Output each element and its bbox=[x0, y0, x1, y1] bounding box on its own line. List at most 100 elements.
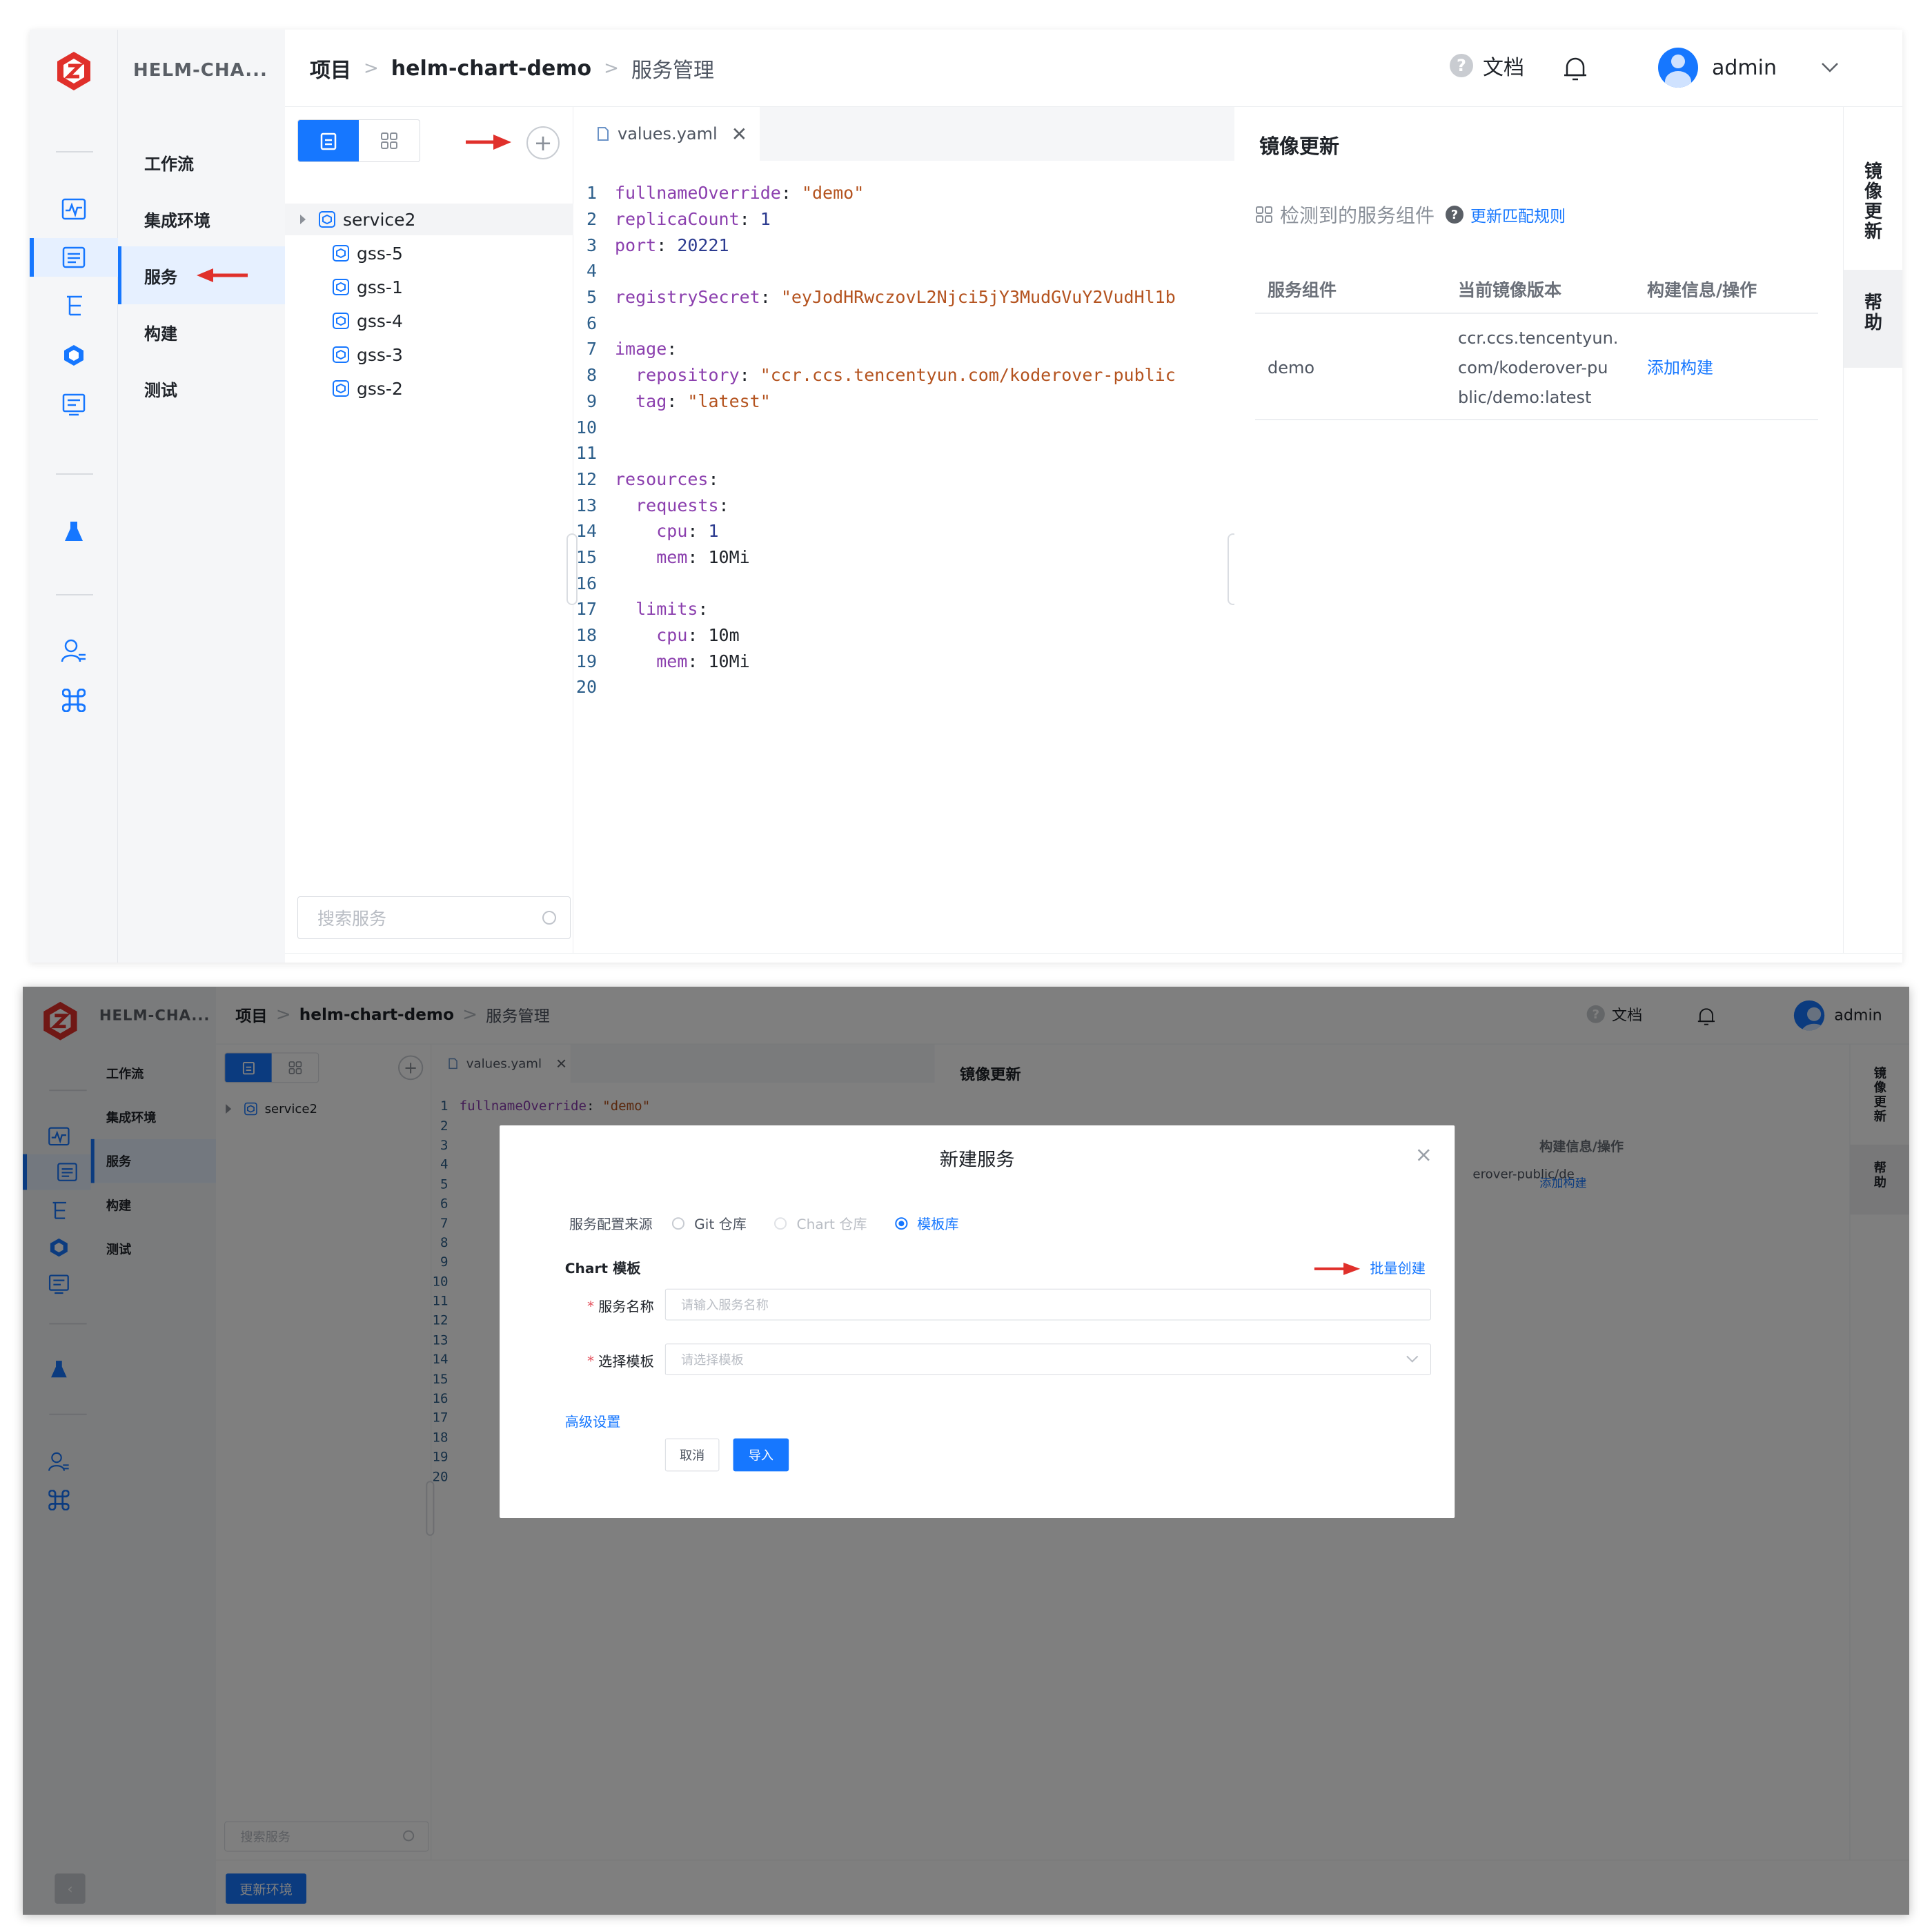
tree-item-label: gss-5 bbox=[357, 243, 403, 264]
option-chart: Chart 仓库 bbox=[796, 1216, 867, 1233]
code-lines: 1 fullnameOverride: "demo" 2 replicaCount:… bbox=[573, 180, 1176, 700]
app-window: HELM-CHA... 工作流 集成环境 服务 构建 测试 项目 > helm-… bbox=[23, 987, 1909, 1915]
service-name-label: * 服务名称 bbox=[587, 1296, 654, 1316]
column-header: 服务组件 bbox=[1268, 280, 1337, 300]
cancel-button[interactable]: 取消 bbox=[664, 1438, 720, 1472]
new-service-dialog: 新建服务 × 服务配置来源 Git 仓库 Chart 仓库 模板库 Chart … bbox=[500, 1125, 1455, 1518]
image-cell: blic/demo:latest bbox=[1458, 388, 1592, 407]
annotation-arrow-icon bbox=[466, 135, 511, 150]
option-git[interactable]: Git 仓库 bbox=[694, 1213, 747, 1233]
import-button[interactable]: 导入 bbox=[733, 1438, 789, 1472]
tree-item-gss-3[interactable]: gss-3 bbox=[285, 339, 573, 371]
service-icon bbox=[333, 279, 349, 295]
panel-title: 镜像更新 bbox=[1259, 135, 1340, 158]
tab-label: values.yaml bbox=[618, 124, 718, 144]
nav-item-services[interactable]: 服务 bbox=[118, 246, 285, 304]
service-name-input[interactable]: 请输入服务名称 bbox=[664, 1288, 1431, 1321]
tab-help[interactable]: 帮助 bbox=[1844, 270, 1902, 368]
table-divider bbox=[1255, 313, 1818, 314]
monitor-icon[interactable] bbox=[55, 386, 93, 424]
flask-icon[interactable] bbox=[55, 513, 93, 551]
close-icon[interactable]: × bbox=[1415, 1143, 1432, 1167]
services-icon[interactable] bbox=[30, 238, 118, 277]
user-list-icon[interactable] bbox=[55, 631, 93, 670]
list-view-button[interactable] bbox=[298, 120, 359, 161]
code-line: 12 resources: bbox=[575, 469, 719, 489]
code-line: 11 bbox=[575, 443, 597, 464]
service-tree-panel: + service2 gss-5 gss-1 gss-4 gss-3 gss-2… bbox=[285, 107, 573, 963]
command-icon[interactable] bbox=[55, 681, 93, 720]
docs-label: 文档 bbox=[1483, 56, 1524, 80]
search-placeholder: 搜索服务 bbox=[317, 909, 387, 929]
file-icon bbox=[598, 127, 609, 141]
project-name[interactable]: HELM-CHA... bbox=[133, 60, 268, 81]
code-line: 16 bbox=[575, 573, 597, 593]
code-line: 15 mem: 10Mi bbox=[575, 546, 750, 567]
expand-caret-icon[interactable] bbox=[300, 215, 306, 224]
update-rule-link[interactable]: 更新匹配规则 bbox=[1470, 203, 1566, 226]
nav-item-environments[interactable]: 集成环境 bbox=[118, 190, 285, 248]
resize-handle[interactable] bbox=[566, 533, 578, 605]
tree-item-gss-2[interactable]: gss-2 bbox=[285, 373, 573, 404]
required-mark: * bbox=[587, 1297, 595, 1314]
code-line: 9 tag: "latest" bbox=[586, 391, 771, 411]
dialog-title: 新建服务 bbox=[939, 1149, 1015, 1171]
advanced-settings-link[interactable]: 高级设置 bbox=[565, 1411, 621, 1431]
user-menu[interactable]: admin bbox=[1658, 48, 1839, 88]
radio-chart-icon bbox=[774, 1216, 787, 1230]
avatar bbox=[1658, 48, 1698, 88]
activity-icon[interactable] bbox=[55, 190, 93, 228]
breadcrumb-project[interactable]: helm-chart-demo bbox=[391, 57, 591, 81]
add-build-link[interactable]: 添加构建 bbox=[1647, 353, 1713, 383]
option-template[interactable]: 模板库 bbox=[917, 1213, 958, 1233]
add-service-button[interactable]: + bbox=[526, 126, 560, 159]
batch-create-link[interactable]: 批量创建 bbox=[1370, 1257, 1426, 1277]
editor-tab-bar: values.yaml ✕ bbox=[573, 107, 1234, 161]
tree-item-gss-4[interactable]: gss-4 bbox=[285, 305, 573, 337]
radio-git-icon[interactable] bbox=[671, 1216, 685, 1230]
view-toggle bbox=[297, 119, 420, 162]
annotation-arrow-icon bbox=[197, 268, 248, 282]
tree-item-gss-5[interactable]: gss-5 bbox=[285, 237, 573, 269]
column-header: 当前镜像版本 bbox=[1458, 280, 1562, 300]
code-line: 17 limits: bbox=[575, 599, 709, 620]
column-header: 构建信息/操作 bbox=[1647, 280, 1757, 300]
close-icon[interactable]: ✕ bbox=[731, 123, 747, 146]
nav-item-build[interactable]: 构建 bbox=[118, 303, 285, 361]
tab-values-yaml[interactable]: values.yaml ✕ bbox=[573, 107, 760, 161]
code-line: 4 bbox=[586, 261, 597, 282]
tree-icon[interactable] bbox=[55, 286, 93, 325]
section-label: Chart 模板 bbox=[564, 1259, 641, 1276]
grid-icon bbox=[381, 132, 397, 149]
help-icon[interactable]: ? bbox=[1446, 206, 1464, 224]
code-line: 3 port: 20221 bbox=[586, 235, 729, 255]
field-label: 选择模板 bbox=[598, 1353, 654, 1370]
image-cell: com/koderover-pu bbox=[1458, 358, 1608, 377]
nav-item-workflow[interactable]: 工作流 bbox=[118, 133, 285, 191]
docs-link[interactable]: ? 文档 bbox=[1450, 50, 1524, 81]
service-icon bbox=[333, 346, 349, 363]
source-label: 服务配置来源 bbox=[569, 1216, 653, 1233]
screenshot-service-management: HELM-CHA... 工作流 集成环境 服务 构建 测试 项目 > helm-… bbox=[30, 30, 1902, 963]
annotation-arrow-icon bbox=[1314, 1262, 1361, 1275]
service-icon bbox=[333, 380, 349, 397]
vertical-tabs: 镜像更新 帮助 bbox=[1843, 107, 1902, 963]
cube-icon[interactable] bbox=[55, 336, 93, 375]
code-line: 10 bbox=[575, 417, 597, 437]
tree-item-gss-1[interactable]: gss-1 bbox=[285, 271, 573, 303]
tree-item-service2[interactable]: service2 bbox=[285, 204, 573, 235]
bell-icon[interactable] bbox=[1563, 55, 1588, 82]
breadcrumb-root[interactable]: 项目 bbox=[310, 53, 351, 83]
detected-label: 检测到的服务组件 bbox=[1280, 204, 1435, 227]
tab-image-update[interactable]: 镜像更新 bbox=[1844, 162, 1902, 242]
nav-item-test[interactable]: 测试 bbox=[118, 359, 285, 417]
source-selector: 服务配置来源 Git 仓库 Chart 仓库 模板库 bbox=[569, 1213, 959, 1233]
code-editor[interactable]: values.yaml ✕ 1fullnameOverride: "demo" … bbox=[566, 107, 1239, 963]
service-icon bbox=[333, 245, 349, 262]
grid-view-button[interactable] bbox=[359, 120, 420, 161]
logo-icon[interactable] bbox=[52, 49, 96, 93]
search-input[interactable]: 搜索服务 bbox=[297, 896, 571, 939]
radio-template-icon[interactable] bbox=[894, 1216, 908, 1230]
field-label: 服务名称 bbox=[598, 1298, 654, 1315]
template-select[interactable]: 请选择模板 bbox=[664, 1343, 1431, 1376]
